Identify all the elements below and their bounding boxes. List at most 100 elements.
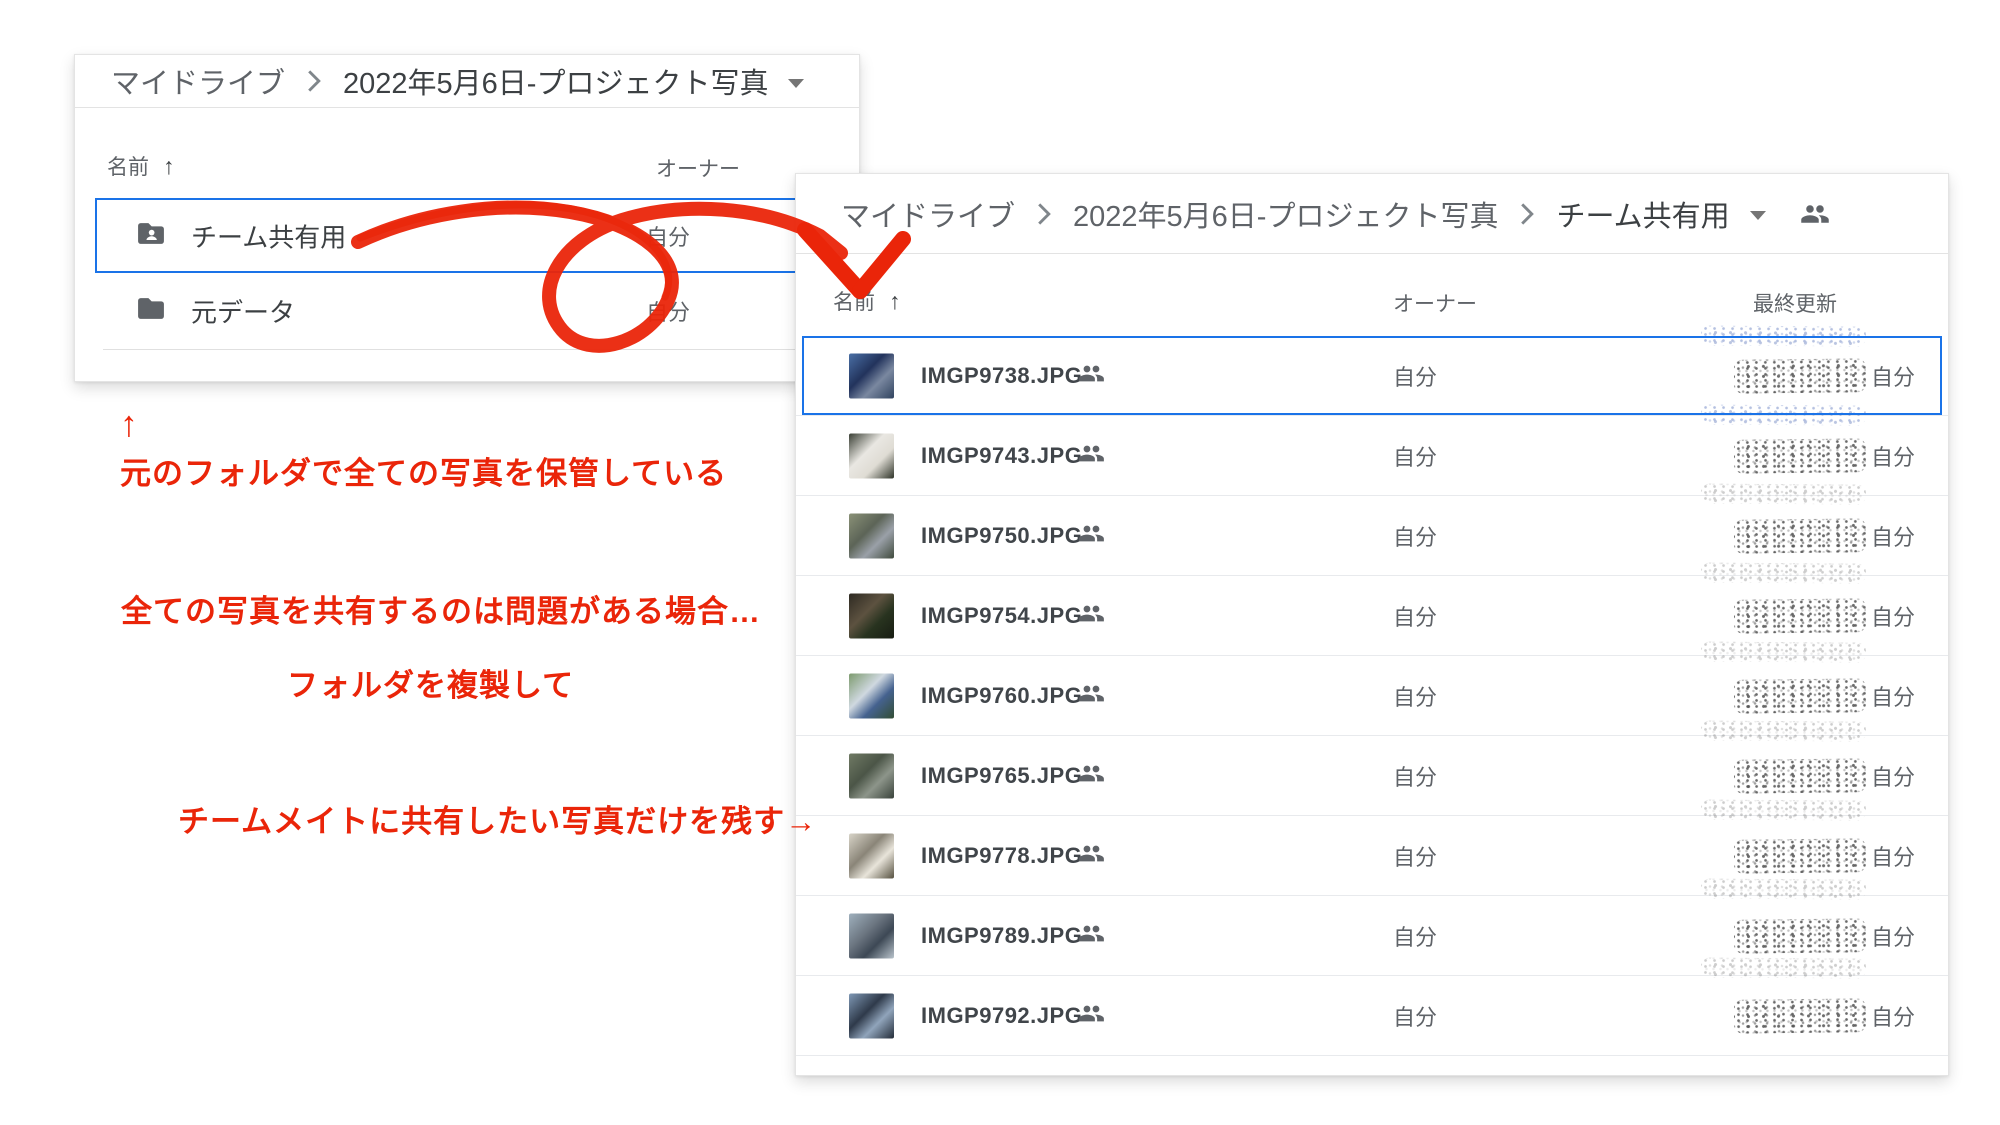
annotation-line1: 元のフォルダで全ての写真を保管している bbox=[120, 448, 727, 493]
owner-value: 自分 bbox=[1393, 1000, 1437, 1032]
redaction-scribble bbox=[1734, 918, 1866, 953]
drive-window-team-folder: マイドライブ 2022年5月6日-プロジェクト写真 チーム共有用 名前 ↑ オーナ… bbox=[795, 173, 1949, 1076]
shared-people-icon bbox=[1078, 840, 1105, 872]
modified-by-value: 自分 bbox=[1871, 760, 1915, 792]
owner-value: 自分 bbox=[646, 220, 690, 252]
folder-menu-caret-icon[interactable] bbox=[1750, 211, 1766, 220]
owner-value: 自分 bbox=[646, 295, 690, 327]
redaction-scribble bbox=[1734, 838, 1866, 873]
breadcrumb: マイドライブ 2022年5月6日-プロジェクト写真 チーム共有用 bbox=[796, 174, 1948, 254]
folder-shared-people-icon bbox=[1800, 199, 1830, 229]
file-name: IMGP9743.JPG bbox=[921, 443, 1082, 469]
column-header-name[interactable]: 名前 ↑ bbox=[833, 286, 901, 316]
chevron-right-icon bbox=[1035, 202, 1053, 226]
column-header-last-modified[interactable]: 最終更新 bbox=[1753, 288, 1837, 318]
shared-people-icon bbox=[1078, 1000, 1105, 1032]
file-name: IMGP9760.JPG bbox=[921, 683, 1082, 709]
folder-menu-caret-icon[interactable] bbox=[788, 79, 804, 88]
shared-people-icon bbox=[1078, 440, 1105, 472]
chevron-right-icon bbox=[305, 69, 323, 93]
redaction-scribble bbox=[1734, 438, 1866, 473]
column-header-name-label: 名前 bbox=[107, 156, 149, 179]
redaction-scribble bbox=[1734, 758, 1866, 793]
photo-thumbnail bbox=[849, 353, 894, 398]
file-row[interactable]: IMGP9792.JPG 自分 自分 bbox=[796, 976, 1948, 1056]
breadcrumb-parent-folder[interactable]: 2022年5月6日-プロジェクト写真 bbox=[1073, 193, 1498, 235]
folder-name: チーム共有用 bbox=[191, 217, 346, 254]
drive-window-parent-folder: マイドライブ 2022年5月6日-プロジェクト写真 名前 ↑ オーナー チーム共有… bbox=[74, 54, 860, 382]
file-name: IMGP9765.JPG bbox=[921, 763, 1082, 789]
column-header-owner[interactable]: オーナー bbox=[656, 153, 740, 183]
folder-name: 元データ bbox=[191, 292, 295, 329]
redaction-scribble bbox=[1734, 518, 1866, 553]
redaction-scribble bbox=[1734, 358, 1866, 393]
owner-value: 自分 bbox=[1393, 680, 1437, 712]
annotation-line4: チームメイトに共有したい写真だけを残す→ bbox=[178, 796, 817, 841]
owner-value: 自分 bbox=[1393, 840, 1437, 872]
column-header-name-label: 名前 bbox=[833, 291, 875, 314]
shared-people-icon bbox=[1078, 760, 1105, 792]
owner-value: 自分 bbox=[1393, 520, 1437, 552]
photo-thumbnail bbox=[849, 833, 894, 878]
photo-thumbnail bbox=[849, 513, 894, 558]
modified-by-value: 自分 bbox=[1871, 920, 1915, 952]
breadcrumb-my-drive[interactable]: マイドライブ bbox=[841, 193, 1015, 235]
redaction-scribble bbox=[1701, 562, 1866, 583]
file-name: IMGP9789.JPG bbox=[921, 923, 1082, 949]
shared-people-icon bbox=[1078, 680, 1105, 712]
column-header-owner[interactable]: オーナー bbox=[1393, 288, 1477, 318]
modified-by-value: 自分 bbox=[1871, 520, 1915, 552]
redaction-scribble bbox=[1701, 404, 1866, 425]
file-name: IMGP9750.JPG bbox=[921, 523, 1082, 549]
modified-by-value: 自分 bbox=[1871, 1000, 1915, 1032]
modified-by-value: 自分 bbox=[1871, 360, 1915, 392]
owner-value: 自分 bbox=[1393, 600, 1437, 632]
folder-row[interactable]: 元データ 自分 bbox=[75, 273, 859, 348]
photo-thumbnail bbox=[849, 593, 894, 638]
breadcrumb-current-folder[interactable]: チーム共有用 bbox=[1556, 193, 1729, 235]
shared-people-icon bbox=[1078, 920, 1105, 952]
file-name: IMGP9778.JPG bbox=[921, 843, 1082, 869]
owner-value: 自分 bbox=[1393, 360, 1437, 392]
photo-thumbnail bbox=[849, 753, 894, 798]
shared-people-icon bbox=[1078, 600, 1105, 632]
owner-value: 自分 bbox=[1393, 920, 1437, 952]
screenshot-stage: マイドライブ 2022年5月6日-プロジェクト写真 名前 ↑ オーナー チーム共有… bbox=[0, 0, 2000, 1125]
redaction-scribble bbox=[1701, 483, 1866, 504]
owner-value: 自分 bbox=[1393, 760, 1437, 792]
redaction-scribble bbox=[1701, 878, 1866, 899]
list-end-divider bbox=[103, 349, 847, 350]
file-list: IMGP9738.JPG 自分 自分 IMGP9743.JPG 自分 自分 IM… bbox=[796, 336, 1948, 1056]
sort-ascending-icon[interactable]: ↑ bbox=[163, 153, 175, 179]
modified-by-value: 自分 bbox=[1871, 840, 1915, 872]
file-name: IMGP9738.JPG bbox=[921, 363, 1082, 389]
photo-thumbnail bbox=[849, 913, 894, 958]
sort-ascending-icon[interactable]: ↑ bbox=[889, 288, 901, 314]
file-name: IMGP9792.JPG bbox=[921, 1003, 1082, 1029]
breadcrumb: マイドライブ 2022年5月6日-プロジェクト写真 bbox=[75, 55, 859, 108]
photo-thumbnail bbox=[849, 993, 894, 1038]
folder-row[interactable]: チーム共有用 自分 bbox=[75, 198, 859, 273]
modified-by-value: 自分 bbox=[1871, 600, 1915, 632]
column-header-name[interactable]: 名前 ↑ bbox=[107, 151, 175, 181]
redaction-scribble bbox=[1734, 598, 1866, 633]
photo-thumbnail bbox=[849, 673, 894, 718]
redaction-scribble bbox=[1734, 998, 1866, 1033]
shared-people-icon bbox=[1078, 360, 1105, 392]
redaction-scribble bbox=[1701, 720, 1866, 741]
redaction-scribble bbox=[1734, 678, 1866, 713]
breadcrumb-my-drive[interactable]: マイドライブ bbox=[111, 60, 285, 102]
shared-folder-icon bbox=[133, 218, 169, 254]
annotation-up-arrow: ↑ bbox=[120, 403, 138, 445]
file-name: IMGP9754.JPG bbox=[921, 603, 1082, 629]
folder-icon bbox=[133, 293, 169, 329]
modified-by-value: 自分 bbox=[1871, 440, 1915, 472]
redaction-scribble bbox=[1701, 957, 1866, 978]
annotation-line2: 全ての写真を共有するのは問題がある場合… bbox=[121, 586, 761, 631]
modified-by-value: 自分 bbox=[1871, 680, 1915, 712]
redaction-scribble bbox=[1701, 799, 1866, 820]
breadcrumb-current-folder[interactable]: 2022年5月6日-プロジェクト写真 bbox=[343, 60, 768, 102]
redaction-scribble bbox=[1701, 641, 1866, 662]
shared-people-icon bbox=[1078, 520, 1105, 552]
photo-thumbnail bbox=[849, 433, 894, 478]
